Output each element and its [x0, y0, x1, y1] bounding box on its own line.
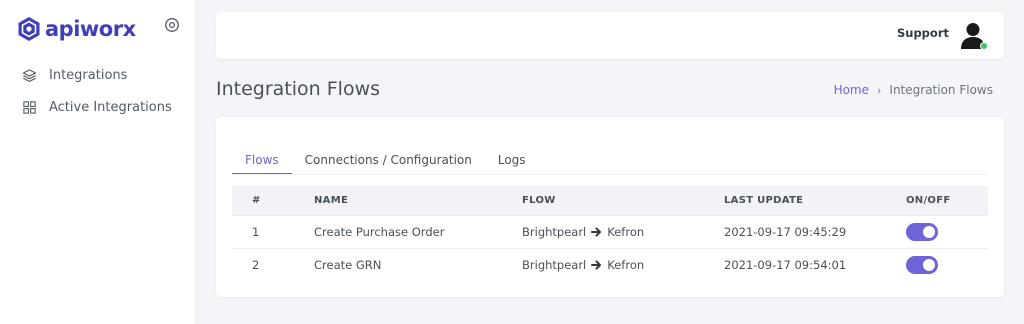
- flow-target: Kefron: [607, 257, 645, 272]
- flow-source: Brightpearl: [522, 257, 587, 272]
- tab-logs[interactable]: Logs: [485, 153, 539, 175]
- sidebar: apiworx Integrations Active Integrations: [0, 0, 196, 324]
- logo-hex-icon: [18, 17, 40, 41]
- online-status-dot: [980, 42, 988, 50]
- table-row: 2 Create GRN Brightpearl Kefron 2021-09-…: [232, 248, 988, 281]
- row-number: 2: [252, 257, 260, 272]
- row-number: 1: [232, 215, 314, 249]
- column-header-last-update: LAST UPDATE: [724, 186, 906, 216]
- flow-name: Create Purchase Order: [314, 215, 522, 249]
- sidebar-item-active-integrations[interactable]: Active Integrations: [22, 100, 172, 115]
- flow-toggle-switch[interactable]: [906, 222, 938, 241]
- arrow-right-icon: [591, 227, 602, 236]
- sidebar-item-label: Active Integrations: [49, 100, 172, 115]
- flow-cell: Brightpearl Kefron: [522, 215, 724, 249]
- last-update: 2021-09-17 09:45:29: [724, 215, 906, 249]
- tab-flows[interactable]: Flows: [232, 153, 292, 175]
- column-header-name: NAME: [314, 186, 522, 216]
- flow-target: Kefron: [607, 224, 645, 239]
- breadcrumb-current: Integration Flows: [889, 83, 993, 97]
- tab-divider: [232, 174, 988, 175]
- flow-toggle-switch[interactable]: [906, 255, 938, 274]
- flow-path: Brightpearl Kefron: [522, 225, 724, 239]
- apiworx-logo[interactable]: apiworx: [17, 16, 136, 42]
- sidebar-item-integrations[interactable]: Integrations: [22, 68, 127, 83]
- support-link[interactable]: Support: [897, 26, 949, 40]
- grid-icon: [23, 101, 36, 114]
- tab-bar: Flows Connections / Configuration Logs: [232, 153, 539, 175]
- column-header-on-off: ON/OFF: [906, 186, 988, 216]
- toggle-cell: [906, 248, 988, 281]
- sidebar-item-label: Integrations: [49, 68, 128, 83]
- toggle-knob: [923, 258, 935, 271]
- column-header-flow: FLOW: [522, 186, 724, 216]
- top-header: Support: [216, 12, 1004, 59]
- chevron-right-icon: ›: [877, 83, 882, 97]
- table-row: 1 Create Purchase Order Brightpearl Kefr…: [232, 215, 988, 249]
- toggle-cell: [906, 215, 988, 249]
- last-update: 2021-09-17 09:54:01: [724, 257, 847, 272]
- flows-card: Flows Connections / Configuration Logs #…: [216, 117, 1004, 297]
- collapse-sidebar-icon[interactable]: [164, 17, 180, 33]
- flow-name: Create GRN: [314, 257, 382, 272]
- layers-icon: [22, 69, 37, 82]
- brand-name: apiworx: [45, 17, 136, 41]
- tab-connections-configuration[interactable]: Connections / Configuration: [292, 153, 485, 175]
- toggle-knob: [923, 225, 935, 238]
- flow-cell: Brightpearl Kefron: [522, 248, 724, 281]
- flow-source: Brightpearl: [522, 224, 587, 239]
- table-header-row: # NAME FLOW LAST UPDATE ON/OFF: [232, 186, 988, 216]
- arrow-right-icon: [591, 260, 602, 270]
- breadcrumb-home-link[interactable]: Home: [834, 83, 869, 97]
- flow-path: Brightpearl Kefron: [522, 258, 724, 272]
- flows-table: # NAME FLOW LAST UPDATE ON/OFF 1 Create …: [232, 186, 988, 281]
- page-title: Integration Flows: [216, 78, 381, 100]
- breadcrumb: Home › Integration Flows: [834, 83, 993, 97]
- column-header-number: #: [232, 186, 314, 216]
